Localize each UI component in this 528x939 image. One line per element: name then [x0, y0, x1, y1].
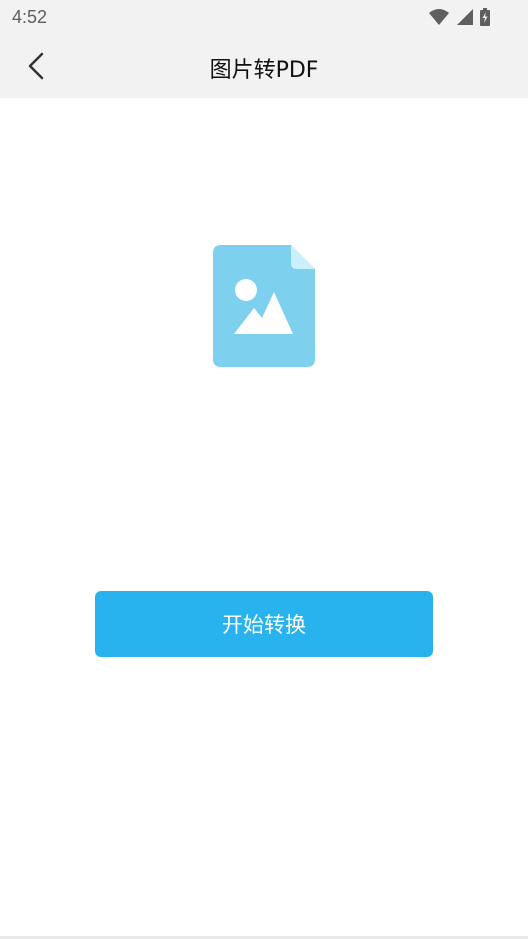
app-bar: 图片转PDF	[0, 36, 528, 98]
main-content: 开始转换	[0, 98, 528, 936]
battery-charging-icon	[480, 8, 490, 26]
start-conversion-button[interactable]: 开始转换	[95, 591, 433, 657]
signal-icon	[457, 9, 473, 25]
status-time: 4:52	[12, 7, 48, 27]
status-bar: 4:52	[0, 0, 528, 36]
image-to-pdf-screen: 4:52 图片转PDF 开始转换	[0, 0, 528, 939]
image-file-icon	[213, 245, 315, 367]
page-title: 图片转PDF	[209, 58, 319, 83]
wifi-icon	[429, 9, 449, 25]
status-icons	[428, 8, 490, 26]
